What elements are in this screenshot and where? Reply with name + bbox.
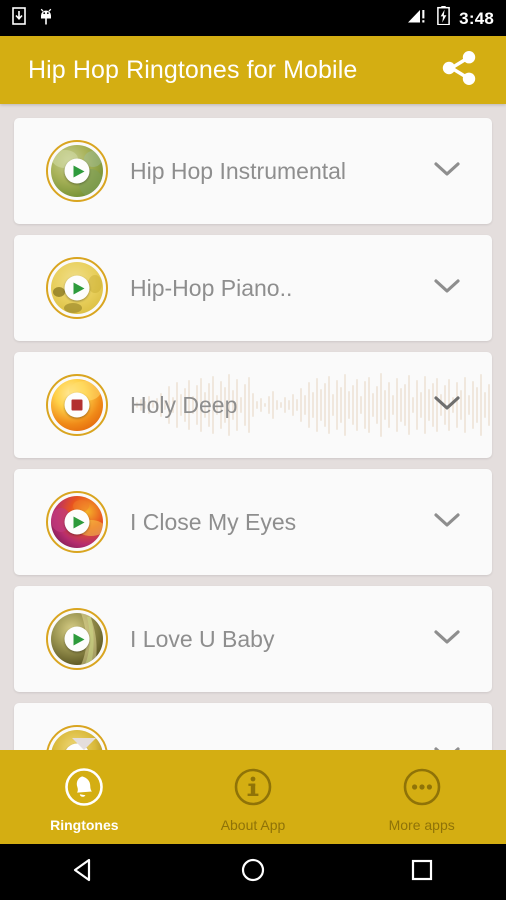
play-button[interactable] (46, 491, 108, 553)
system-navigation-bar (0, 844, 506, 900)
nav-label-ringtones: Ringtones (50, 816, 119, 833)
list-item[interactable]: I Close My Eyes (14, 469, 492, 575)
home-button[interactable] (218, 844, 288, 900)
list-item[interactable]: Holy Deep (14, 352, 492, 458)
battery-charging-icon (437, 6, 451, 30)
download-icon (12, 6, 26, 30)
list-item-title: Hip-Hop Piano.. (130, 274, 293, 301)
signal-no-service-icon (406, 7, 428, 30)
play-icon (64, 275, 90, 301)
active-tab-pointer (72, 738, 96, 750)
list-item[interactable]: I Love U Baby (14, 586, 492, 692)
info-icon (233, 767, 273, 812)
play-button[interactable] (46, 608, 108, 670)
status-bar: 3:48 (0, 0, 506, 36)
nav-item-about-app[interactable]: About App (169, 750, 338, 844)
status-bar-left-icons (12, 6, 54, 31)
stop-button[interactable] (46, 374, 108, 436)
chevron-down-icon[interactable] (432, 394, 462, 417)
nav-item-ringtones[interactable]: Ringtones (0, 750, 169, 844)
ringtone-list[interactable]: Hip Hop Instrumental Hip-Hop Piano.. Hol… (0, 104, 506, 750)
recents-button[interactable] (387, 844, 457, 900)
nav-item-more-apps[interactable]: More apps (337, 750, 506, 844)
more-dots-icon (402, 767, 442, 812)
chevron-down-icon[interactable] (432, 160, 462, 183)
nav-label-more-apps: More apps (388, 816, 455, 833)
back-button[interactable] (49, 844, 119, 900)
play-button[interactable] (46, 140, 108, 202)
bell-icon (64, 767, 104, 812)
stop-icon (64, 392, 90, 418)
list-item-title: I Close My Eyes (130, 508, 297, 535)
status-bar-clock: 3:48 (459, 8, 494, 28)
status-bar-right-icons: 3:48 (406, 6, 494, 30)
square-icon (409, 857, 435, 888)
bottom-nav: Ringtones About App More apps (0, 750, 506, 844)
app-bar: Hip Hop Ringtones for Mobile (0, 36, 506, 104)
play-icon (64, 509, 90, 535)
page-title: Hip Hop Ringtones for Mobile (28, 55, 358, 84)
share-button[interactable] (436, 47, 482, 93)
chevron-down-icon[interactable] (432, 628, 462, 651)
list-item-title: Hip Hop Instrumental (130, 157, 347, 184)
chevron-down-icon[interactable] (432, 511, 462, 534)
list-item-title: Holy Deep (130, 391, 238, 418)
android-bug-icon (38, 6, 54, 31)
play-icon (64, 158, 90, 184)
play-button[interactable] (46, 257, 108, 319)
app-screen: 3:48 Hip Hop Ringtones for Mobile Hip Ho… (0, 0, 506, 900)
circle-icon (240, 857, 266, 888)
list-item-title: I Love U Baby (130, 625, 275, 652)
nav-label-about-app: About App (220, 816, 286, 833)
chevron-down-icon[interactable] (432, 277, 462, 300)
play-icon (64, 626, 90, 652)
share-icon (438, 47, 480, 94)
list-item[interactable]: Hip Hop Instrumental (14, 118, 492, 224)
list-item[interactable]: Hip-Hop Piano.. (14, 235, 492, 341)
triangle-left-icon (71, 857, 97, 888)
